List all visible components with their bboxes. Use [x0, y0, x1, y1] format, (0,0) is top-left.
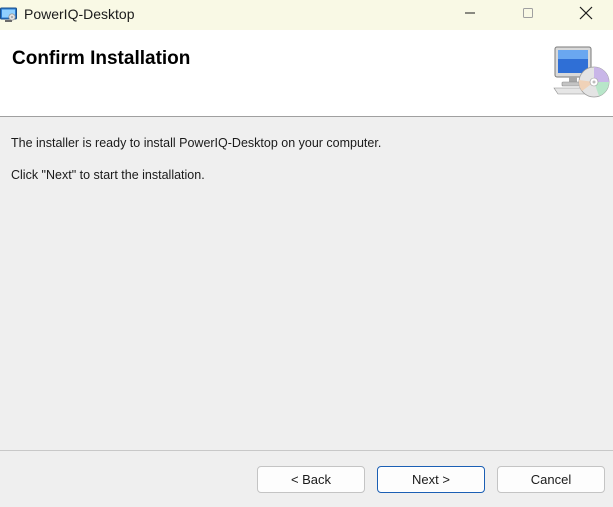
window-title: PowerIQ-Desktop [24, 6, 135, 22]
instruction-message: Click "Next" to start the installation. [11, 168, 205, 182]
cancel-button[interactable]: Cancel [497, 466, 605, 493]
title-bar[interactable]: PowerIQ-Desktop [0, 0, 613, 30]
maximize-icon [522, 6, 534, 24]
ready-message: The installer is ready to install PowerI… [11, 136, 382, 150]
page-title: Confirm Installation [12, 48, 191, 69]
installer-app-icon [0, 7, 18, 23]
close-button[interactable] [563, 0, 609, 30]
header-banner: Confirm Installation [0, 30, 613, 116]
maximize-button[interactable] [505, 0, 551, 30]
computer-cd-icon [552, 44, 610, 100]
content-area: The installer is ready to install PowerI… [0, 117, 613, 450]
minimize-button[interactable] [447, 0, 493, 30]
next-button[interactable]: Next > [377, 466, 485, 493]
minimize-icon [464, 6, 476, 24]
back-button[interactable]: < Back [257, 466, 365, 493]
close-icon [579, 6, 593, 25]
button-bar: < Back Next > Cancel [0, 451, 613, 507]
